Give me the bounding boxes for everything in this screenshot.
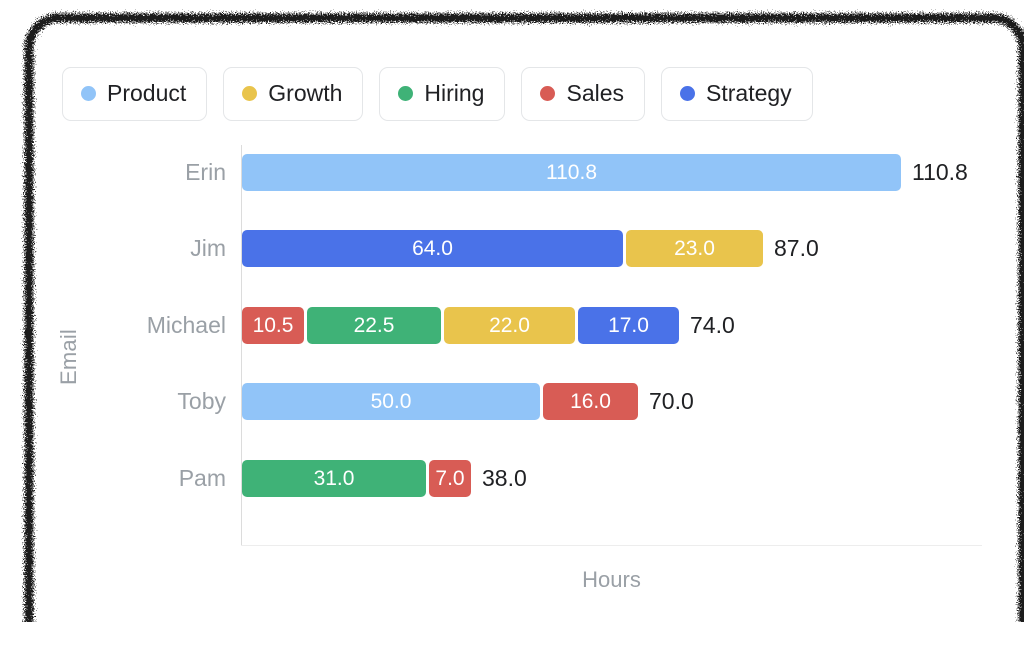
- bar-row-category-label: Jim: [190, 235, 226, 261]
- bar-row: Michael 10.5 22.5 22.0 17.0 74.0: [33, 307, 1018, 344]
- x-axis-title: Hours: [582, 567, 641, 592]
- chart-card: Product Growth Hiring Sales Strategy Ema…: [33, 22, 1018, 647]
- bar-segment-value-label: 64.0: [412, 237, 453, 260]
- bar-row: Pam 31.0 7.0 38.0: [33, 460, 1018, 497]
- bar-row-category-label: Michael: [146, 312, 226, 338]
- bar-row-segments: 64.0 23.0: [242, 230, 763, 267]
- bar-segment-value-label: 17.0: [608, 314, 649, 337]
- bar-row-category-label: Pam: [178, 465, 226, 491]
- bar-segment[interactable]: 110.8: [242, 154, 901, 191]
- bar-row: Erin 110.8 110.8: [33, 154, 1018, 191]
- bar-segment[interactable]: 16.0: [543, 383, 638, 420]
- bar-segment[interactable]: 22.5: [307, 307, 441, 344]
- bar-segment[interactable]: 31.0: [242, 460, 426, 497]
- bar-segment[interactable]: 17.0: [578, 307, 679, 344]
- bar-row-segments: 10.5 22.5 22.0 17.0: [242, 307, 679, 344]
- stacked-bar-chart-plot: Email Hours Erin 110.8 110.8 Jim 64.0 23.0 87.…: [33, 22, 1018, 647]
- bar-segment-value-label: 22.0: [489, 314, 530, 337]
- bar-segment-value-label: 110.8: [546, 161, 597, 184]
- bar-segment[interactable]: 64.0: [242, 230, 623, 267]
- x-axis-line: [241, 545, 982, 546]
- bar-row-total-label: 110.8: [912, 159, 968, 185]
- bar-segment-value-label: 23.0: [674, 237, 715, 260]
- bar-row-total-label: 87.0: [774, 235, 819, 261]
- bar-row-segments: 110.8: [242, 154, 901, 191]
- bar-segment-value-label: 10.5: [252, 314, 294, 337]
- bar-segment[interactable]: 10.5: [242, 307, 304, 344]
- bar-row-segments: 50.0 16.0: [242, 383, 638, 420]
- bar-segment[interactable]: 22.0: [444, 307, 575, 344]
- bar-segment-value-label: 22.5: [353, 314, 395, 337]
- bar-row-category-label: Toby: [177, 388, 226, 414]
- bar-segment[interactable]: 23.0: [626, 230, 763, 267]
- bar-row-total-label: 70.0: [649, 388, 694, 414]
- bar-row-category-label: Erin: [185, 159, 226, 185]
- bar-row-total-label: 74.0: [690, 312, 735, 338]
- bar-row-segments: 31.0 7.0: [242, 460, 471, 497]
- bar-segment-value-label: 50.0: [370, 390, 412, 413]
- bar-segment-value-label: 7.0: [435, 467, 465, 490]
- bar-segment[interactable]: 7.0: [429, 460, 471, 497]
- bar-row: Jim 64.0 23.0 87.0: [33, 230, 1018, 267]
- bar-row: Toby 50.0 16.0 70.0: [33, 383, 1018, 420]
- bar-segment[interactable]: 50.0: [242, 383, 540, 420]
- bar-segment-value-label: 16.0: [570, 390, 611, 413]
- bar-segment-value-label: 31.0: [313, 467, 355, 490]
- bar-row-total-label: 38.0: [482, 465, 527, 491]
